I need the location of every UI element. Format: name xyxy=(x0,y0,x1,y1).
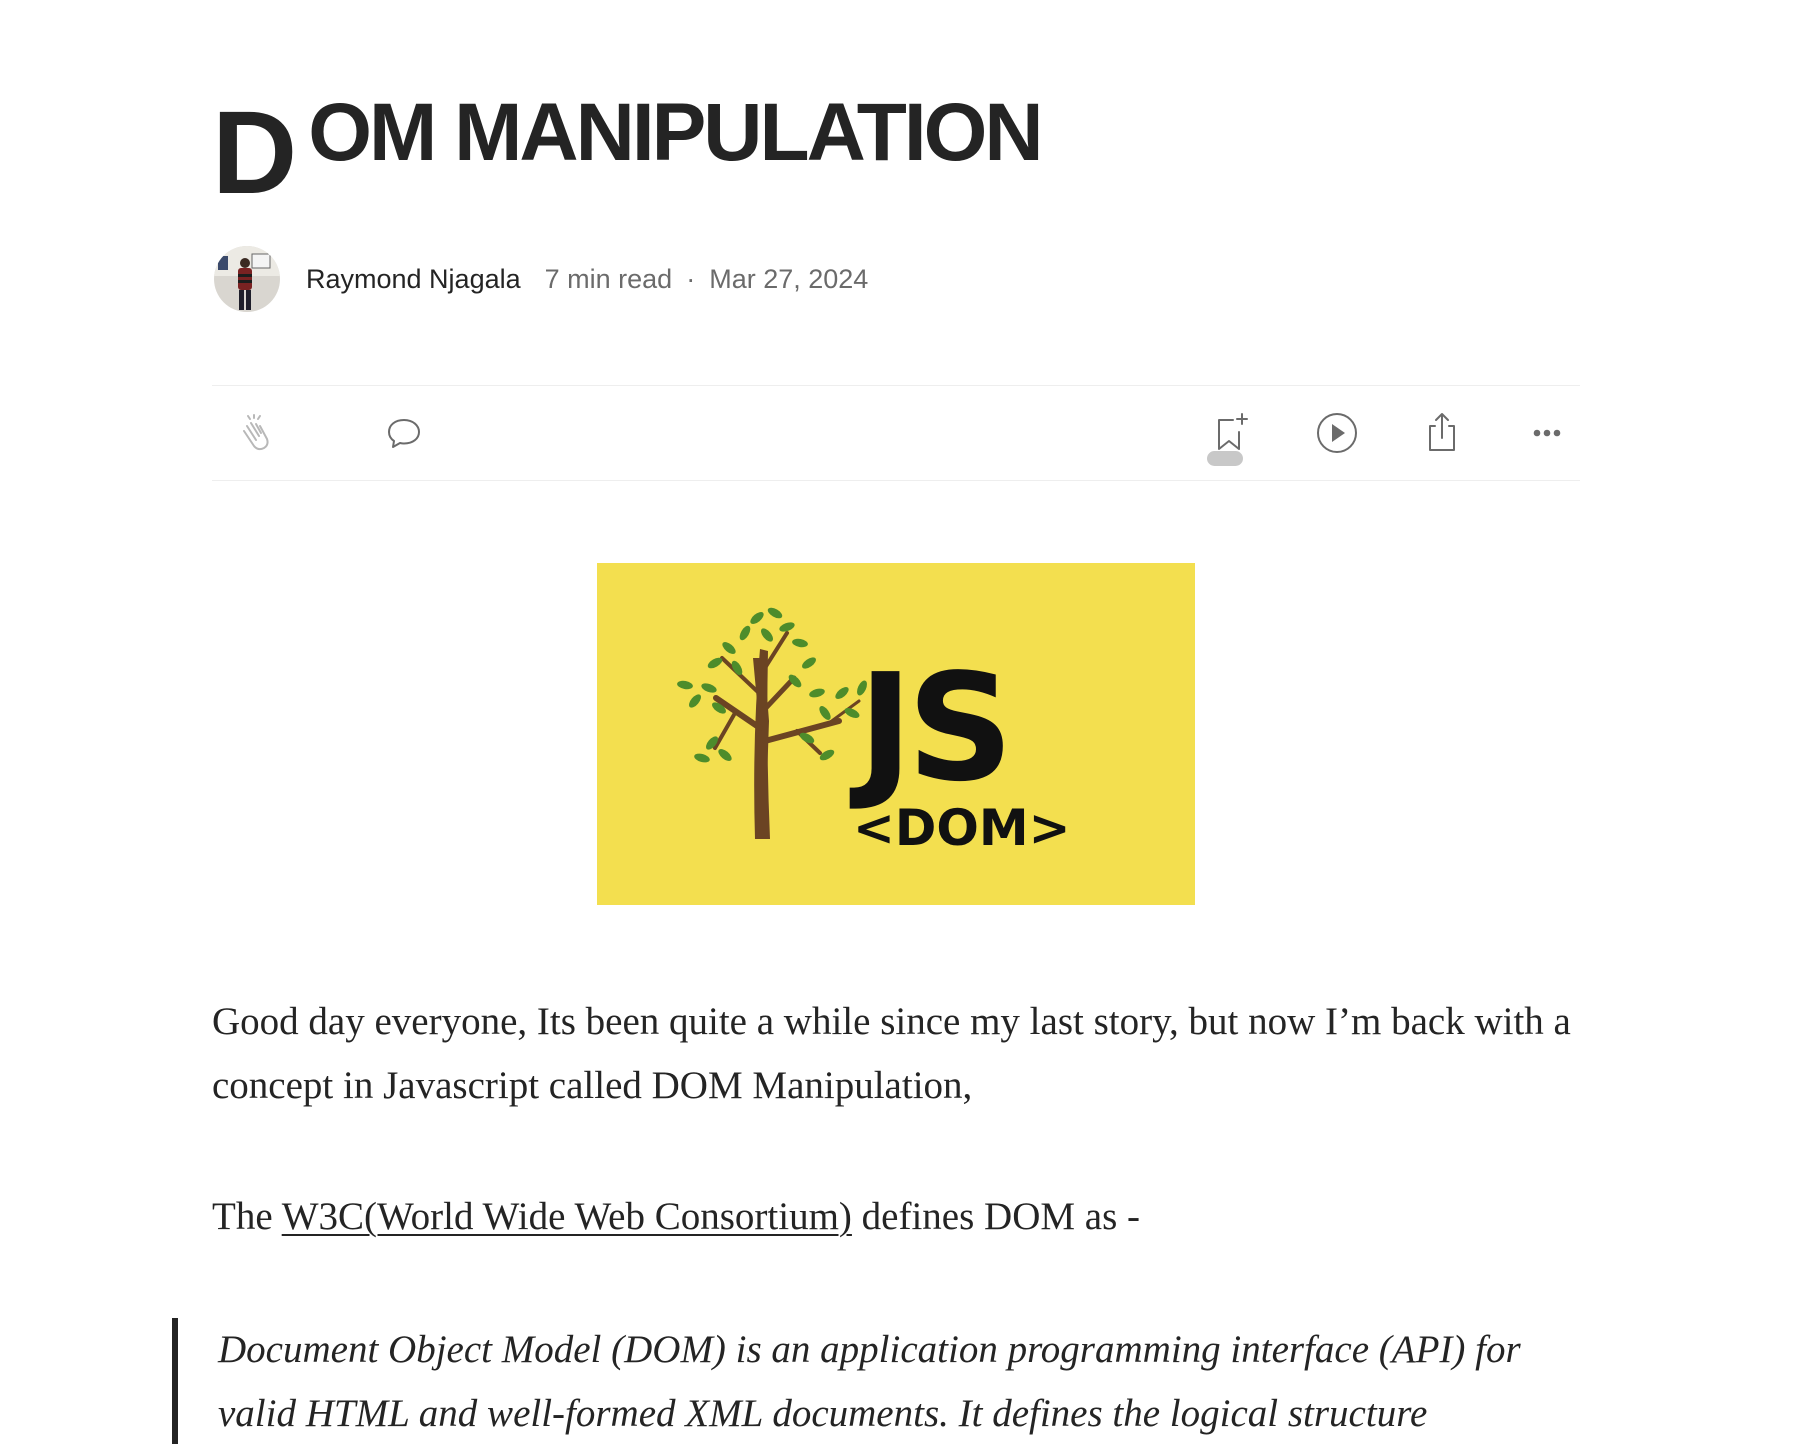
title-dropcap: D xyxy=(212,87,297,219)
p2-text-before: The xyxy=(212,1195,282,1238)
p2-text-after: defines DOM as - xyxy=(851,1195,1141,1238)
comment-button[interactable] xyxy=(376,405,432,461)
meta-separator: · xyxy=(686,263,696,294)
scroll-handle[interactable] xyxy=(1207,451,1243,466)
js-dom-logo: JS <DOM> xyxy=(597,563,1195,905)
play-icon xyxy=(1317,413,1357,453)
read-time: 7 min read xyxy=(544,263,673,294)
action-bar xyxy=(212,385,1580,481)
w3c-link[interactable]: W3C(World Wide Web Consortium) xyxy=(282,1195,852,1238)
title-text: OM MANIPULATION xyxy=(308,87,1043,178)
author-avatar[interactable] xyxy=(214,246,280,312)
hero-dom-text: <DOM> xyxy=(853,799,1071,857)
byline: Raymond Njagala 7 min read · Mar 27, 202… xyxy=(214,246,868,312)
article-title: D OM MANIPULATION xyxy=(212,80,1044,213)
body-paragraph-1: Good day everyone, Its been quite a whil… xyxy=(212,1000,1571,1107)
author-name[interactable]: Raymond Njagala xyxy=(306,264,521,295)
share-icon xyxy=(1429,413,1455,451)
clap-icon xyxy=(243,414,269,451)
hero-js-text: JS xyxy=(849,642,1008,814)
listen-button[interactable] xyxy=(1309,405,1365,461)
more-button[interactable] xyxy=(1519,405,1575,461)
hero-image: JS <DOM> xyxy=(597,563,1195,905)
publish-date: Mar 27, 2024 xyxy=(709,263,869,294)
clap-button[interactable] xyxy=(226,405,282,461)
blockquote: Document Object Model (DOM) is an applic… xyxy=(172,1318,1598,1444)
quote-text: Document Object Model (DOM) is an applic… xyxy=(218,1328,1521,1435)
share-button[interactable] xyxy=(1414,405,1470,461)
body-paragraph-2: The W3C(World Wide Web Consortium) defin… xyxy=(212,1185,1582,1249)
comment-icon xyxy=(388,419,420,448)
article-page: D OM MANIPULATION Raymond Njagala 7 min r… xyxy=(0,0,1814,1444)
bookmark-add-icon xyxy=(1218,413,1248,450)
avatar-photo-icon xyxy=(214,246,280,312)
more-icon xyxy=(1533,429,1561,437)
